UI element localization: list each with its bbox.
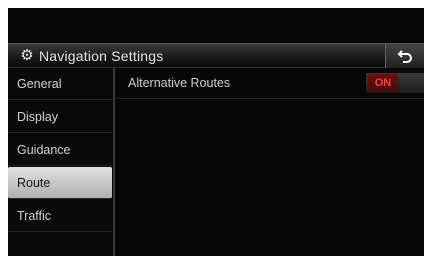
sidebar-item-traffic[interactable]: Traffic — [8, 200, 112, 232]
sidebar-item-general[interactable]: General — [8, 68, 112, 100]
setting-row-alternative-routes[interactable]: Alternative Routes ON — [116, 68, 424, 99]
back-button[interactable] — [385, 44, 424, 68]
alternative-routes-toggle[interactable]: ON — [366, 73, 424, 93]
toggle-on-indicator: ON — [368, 74, 398, 92]
sidebar-item-label: Route — [17, 176, 51, 190]
header-bar: ⚙ Navigation Settings — [8, 43, 424, 68]
sidebar-item-label: General — [17, 77, 62, 91]
sidebar-item-label: Traffic — [17, 209, 52, 223]
sidebar-item-guidance[interactable]: Guidance — [8, 134, 112, 166]
page-title: Navigation Settings — [39, 48, 164, 64]
panel-divider — [113, 68, 115, 256]
nav-settings-screen: ⚙ Navigation Settings General Display Gu… — [8, 8, 424, 256]
sidebar-item-label: Guidance — [17, 143, 71, 157]
sidebar-item-label: Display — [17, 110, 58, 124]
back-arrow-icon — [397, 50, 412, 63]
sidebar-item-display[interactable]: Display — [8, 101, 112, 133]
gear-icon: ⚙ — [20, 47, 34, 64]
setting-label: Alternative Routes — [128, 76, 231, 90]
sidebar: General Display Guidance Route Traffic — [8, 68, 112, 256]
sidebar-item-route[interactable]: Route — [8, 167, 112, 199]
